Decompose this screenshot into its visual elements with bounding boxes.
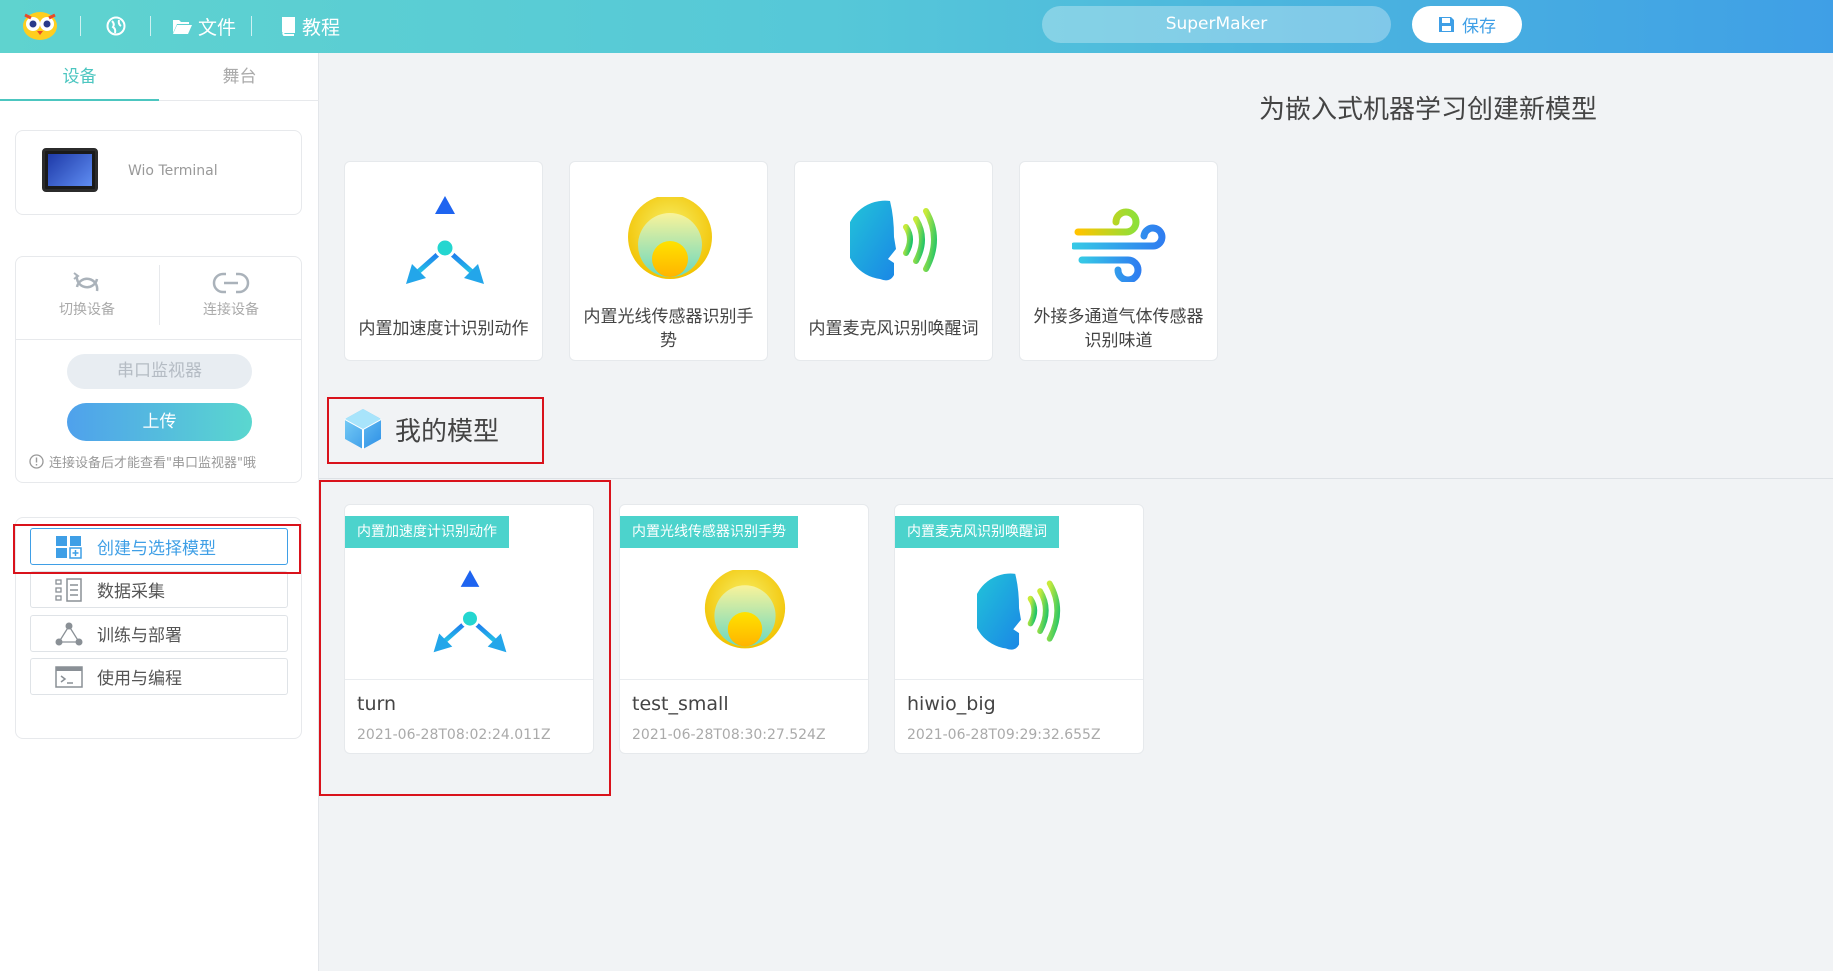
model-name: test_small [632,693,729,715]
model-type-tag: 内置光线传感器识别手势 [620,516,798,548]
terminal-icon [55,665,83,688]
project-name-field[interactable]: SuperMaker [1042,6,1391,43]
model-card[interactable]: 内置麦克风识别唤醒词 hiwio_big 2021-06-28T09:29:32… [894,504,1144,754]
model-name: hiwio_big [907,693,996,715]
model-type-tag: 内置麦克风识别唤醒词 [895,516,1059,548]
switch-device-label: 切换设备 [59,302,115,318]
serial-hint: 连接设备后才能查看"串口监视器"哦 [29,452,256,471]
file-menu[interactable]: 文件 [172,12,236,40]
network-icon [55,622,83,645]
tab-device[interactable]: 设备 [0,53,159,101]
switch-device-button[interactable]: 切换设备 [16,267,158,327]
template-label: 内置光线传感器识别手势 [583,307,754,351]
template-label: 内置麦克风识别唤醒词 [808,319,979,339]
model-card[interactable]: 内置光线传感器识别手势 test_small 2021-06-28T08:30:… [619,504,869,754]
device-card[interactable]: Wio Terminal [15,130,302,215]
template-label: 外接多通道气体传感器识别味道 [1033,307,1204,351]
wio-terminal-image [42,148,98,192]
accelerometer-icon [405,196,484,284]
info-icon [29,454,44,469]
save-button[interactable]: 保存 [1412,6,1522,43]
connect-device-label: 连接设备 [203,302,259,318]
divider [895,679,1143,680]
gas-wind-icon [1071,208,1165,282]
divider [16,339,301,340]
model-timestamp: 2021-06-28T08:30:27.524Z [632,727,826,743]
microphone-voice-icon [849,200,937,281]
sidebar: 设备 舞台 Wio Terminal 切换设备 连接设备 串口监视器 上传 连接… [0,53,319,971]
template-card[interactable]: 内置麦克风识别唤醒词 [794,161,993,361]
file-menu-label: 文件 [198,16,237,39]
language-button[interactable] [106,12,126,40]
template-label: 内置加速度计识别动作 [358,319,529,339]
divider [620,679,868,680]
divider [80,16,81,36]
sidebar-tabs: 设备 舞台 [0,53,319,101]
divider [150,16,151,36]
step-train-deploy[interactable]: 训练与部署 [30,615,288,652]
step-data-collection[interactable]: 数据采集 [30,571,288,608]
divider [319,478,1833,479]
connect-device-button[interactable]: 连接设备 [160,267,302,327]
data-collect-icon [55,577,82,602]
highlight-box [13,524,301,574]
globe-icon [106,16,126,36]
tab-stage[interactable]: 舞台 [160,53,319,101]
template-card[interactable]: 内置光线传感器识别手势 [569,161,768,361]
owl-logo-icon[interactable] [22,9,58,41]
model-timestamp: 2021-06-28T09:29:32.655Z [907,727,1101,743]
template-card[interactable]: 外接多通道气体传感器识别味道 [1019,161,1218,361]
tutorial-menu-label: 教程 [302,16,341,39]
top-bar: 文件 教程 SuperMaker 保存 [0,0,1833,53]
device-name: Wio Terminal [128,163,218,179]
folder-open-icon [173,19,192,34]
highlight-box [319,480,611,796]
save-label: 保存 [1462,17,1496,37]
serial-hint-text: 连接设备后才能查看"串口监视器"哦 [49,456,256,471]
step-use-program[interactable]: 使用与编程 [30,658,288,695]
divider [251,16,252,36]
light-sensor-icon [704,570,786,649]
microphone-voice-icon [977,573,1061,650]
floppy-disk-icon [1439,17,1454,32]
step-label: 使用与编程 [97,669,182,689]
book-icon [282,16,295,36]
upload-button[interactable]: 上传 [67,403,252,441]
page-title: 为嵌入式机器学习创建新模型 [1259,95,1598,125]
template-card[interactable]: 内置加速度计识别动作 [344,161,543,361]
step-label: 数据采集 [97,582,165,602]
serial-monitor-button[interactable]: 串口监视器 [67,354,252,389]
switch-icon [73,272,99,292]
device-control-panel: 切换设备 连接设备 串口监视器 上传 连接设备后才能查看"串口监视器"哦 [15,256,302,483]
step-label: 训练与部署 [97,626,182,646]
tutorial-menu[interactable]: 教程 [280,12,340,40]
link-icon [212,272,250,294]
light-sensor-icon [627,197,712,279]
highlight-box [327,397,544,464]
